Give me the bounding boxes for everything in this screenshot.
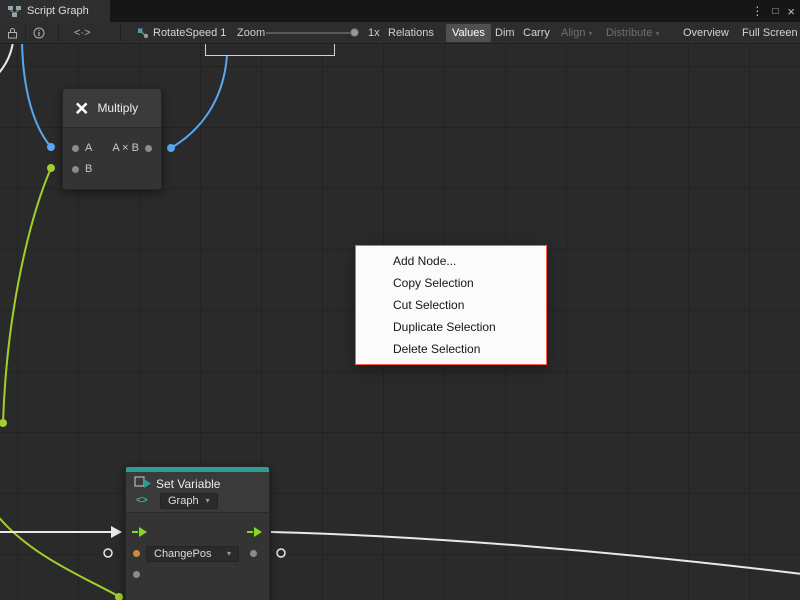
toolbar-divider (25, 24, 26, 42)
maximize-icon[interactable]: □ (772, 6, 778, 17)
variable-scope-dropdown[interactable]: Graph ▾ (160, 493, 218, 509)
chevron-down-icon: ▾ (227, 547, 231, 561)
port-setvar-input[interactable] (104, 549, 112, 557)
variable-name-label: ChangePos (154, 547, 212, 561)
node-set-variable[interactable]: Set Variable <> Graph ▾ ChangePos ▾ (125, 466, 270, 600)
titlebar: Script Graph ⋮ □ × (0, 0, 800, 22)
flow-in-arrow-icon (111, 526, 122, 538)
wire-flow-out (271, 532, 800, 574)
toolbar-divider (120, 24, 121, 42)
script-graph-window: Script Graph ⋮ □ × <·> RotateSpeed 1 Zoo… (0, 0, 800, 600)
port-result-dot[interactable] (145, 145, 152, 152)
set-variable-title: Set Variable (156, 477, 220, 491)
wire-green-from-multiply-b (3, 168, 51, 423)
node-multiply[interactable]: × Multiply A A × B B (62, 88, 162, 190)
set-variable-icon (134, 476, 152, 491)
menu-item-add-node[interactable]: Add Node... (356, 250, 546, 272)
port-multiply-b[interactable] (47, 164, 55, 172)
multiply-icon: × (75, 97, 88, 120)
variable-scope-label: Graph (168, 494, 199, 508)
port-b-label: B (85, 163, 92, 175)
flow-out-port-icon[interactable] (247, 526, 263, 538)
set-variable-header: Set Variable <> Graph ▾ (126, 472, 269, 513)
port-multiply-result[interactable] (167, 144, 175, 152)
multiply-row-b: B (63, 159, 161, 179)
window-menu-icon[interactable]: ⋮ (751, 4, 763, 18)
menu-item-delete-selection[interactable]: Delete Selection (356, 338, 546, 360)
values-button[interactable]: Values (446, 24, 491, 42)
graph-variable-icon: <> (136, 495, 148, 506)
wire-blue-to-multiply-a (22, 44, 51, 147)
wire-green-endpoint[interactable] (0, 419, 7, 427)
menu-item-copy-selection[interactable]: Copy Selection (356, 272, 546, 294)
wire-blue-from-multiply-out (171, 56, 227, 148)
zoom-value: 1x (368, 22, 380, 44)
variable-value-port[interactable] (133, 550, 140, 557)
wire-green-bottom-endpoint[interactable] (115, 593, 123, 600)
toolbar-divider (58, 24, 59, 42)
script-graph-icon (8, 6, 21, 17)
multiply-header: × Multiply (63, 89, 161, 128)
toolbar: <·> RotateSpeed 1 Zoom 1x Relations Valu… (0, 22, 800, 44)
port-a-dot[interactable] (72, 145, 79, 152)
wire-green-bottom (0, 514, 118, 596)
multiply-title: Multiply (97, 101, 138, 115)
output-value-port[interactable] (250, 550, 257, 557)
distribute-button[interactable]: Distribute ▾ (606, 22, 660, 44)
dim-button[interactable]: Dim (495, 22, 515, 44)
tab-script-graph[interactable]: Script Graph (0, 0, 110, 22)
wire-white-topleft (0, 44, 13, 74)
port-setvar-output[interactable] (277, 549, 285, 557)
chevron-down-icon: ▾ (206, 494, 210, 508)
relations-button[interactable]: Relations (388, 22, 434, 44)
window-controls: ⋮ □ × (751, 0, 795, 22)
port-multiply-a[interactable] (47, 143, 55, 151)
set-variable-body: ChangePos ▾ (126, 513, 269, 600)
variable-chip-label[interactable]: RotateSpeed 1 (153, 22, 226, 44)
variable-name-dropdown[interactable]: ChangePos ▾ (146, 546, 239, 562)
distribute-label: Distribute (606, 27, 652, 39)
zoom-slider-knob[interactable] (350, 28, 359, 37)
close-icon[interactable]: × (787, 4, 795, 19)
port-b-dot[interactable] (72, 166, 79, 173)
tab-title: Script Graph (27, 5, 89, 17)
flow-in-port-icon[interactable] (132, 526, 148, 538)
port-a-label: A (85, 142, 92, 154)
menu-item-cut-selection[interactable]: Cut Selection (356, 294, 546, 316)
extra-value-port[interactable] (133, 571, 140, 578)
align-label: Align (561, 27, 585, 39)
lock-icon[interactable] (7, 27, 18, 39)
port-result-label: A × B (112, 142, 139, 154)
fullscreen-button[interactable]: Full Screen (742, 22, 798, 44)
zoom-label: Zoom (237, 22, 265, 44)
carry-button[interactable]: Carry (523, 22, 550, 44)
align-button[interactable]: Align ▾ (561, 22, 593, 44)
zoom-slider[interactable] (266, 32, 358, 34)
variable-node-icon (137, 27, 149, 39)
info-icon[interactable] (33, 27, 45, 39)
multiply-row-a: A A × B (63, 138, 161, 158)
context-menu: Add Node... Copy Selection Cut Selection… (355, 245, 547, 365)
menu-item-duplicate-selection[interactable]: Duplicate Selection (356, 316, 546, 338)
chevron-down-icon: ▾ (656, 29, 660, 38)
chevron-down-icon: ▾ (589, 29, 593, 38)
code-view-icon[interactable]: <·> (74, 22, 91, 44)
overview-button[interactable]: Overview (683, 22, 729, 44)
